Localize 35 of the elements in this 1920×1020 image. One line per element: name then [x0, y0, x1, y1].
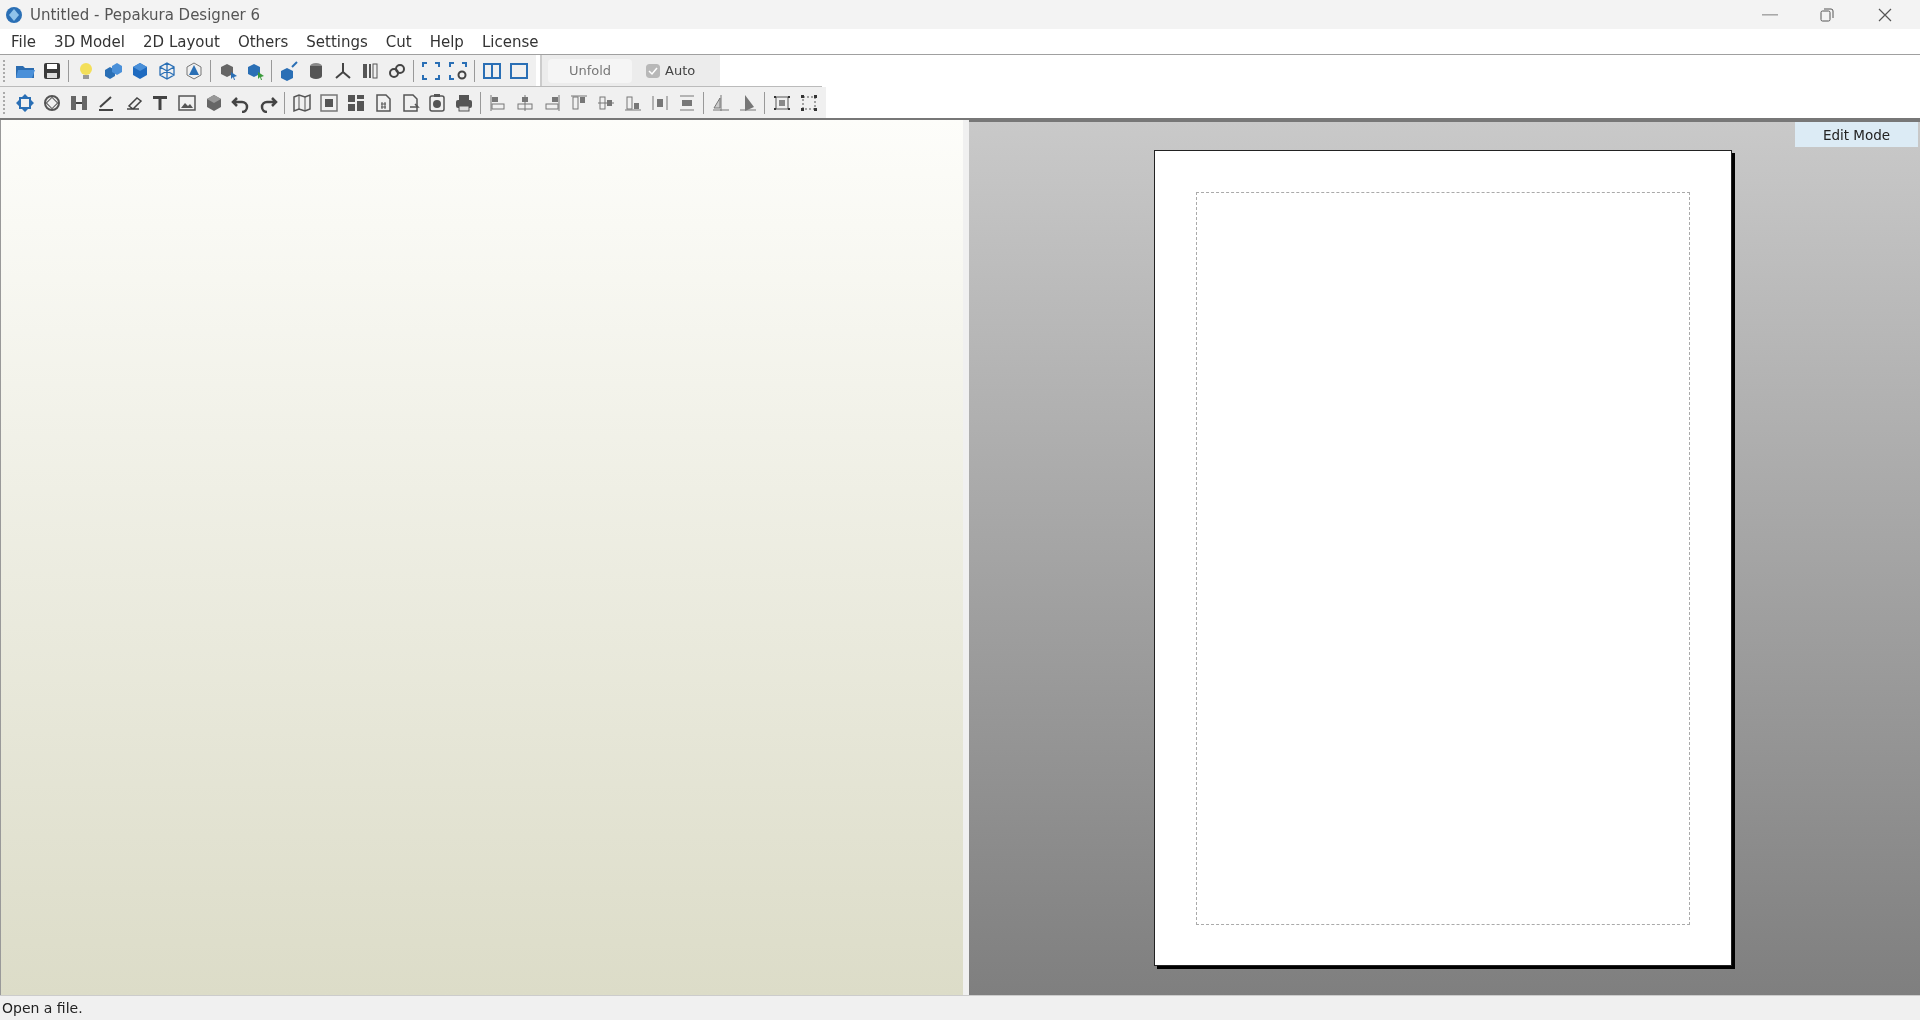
align-top-icon[interactable]	[568, 92, 589, 113]
mode-label: Edit Mode	[1795, 122, 1918, 147]
flip-horizontal-icon[interactable]	[710, 92, 731, 113]
printer-icon[interactable]	[453, 92, 474, 113]
frame-corners-icon[interactable]	[420, 60, 441, 81]
menu-item[interactable]: Settings	[297, 32, 377, 51]
menu-item[interactable]: Help	[420, 32, 473, 51]
auto-label: Auto	[665, 63, 696, 78]
single-pane-icon[interactable]	[508, 60, 529, 81]
align-center-icon[interactable]	[514, 92, 535, 113]
window-title: Untitled - Pepakura Designer 6	[30, 5, 262, 24]
menu-item[interactable]: 2D Layout	[134, 32, 229, 51]
menu-item[interactable]: 3D Model	[45, 32, 134, 51]
pyramid-icon[interactable]	[183, 60, 204, 81]
grid-icon[interactable]	[345, 92, 366, 113]
close-icon[interactable]	[1878, 7, 1892, 22]
frame-gear-icon[interactable]	[447, 60, 468, 81]
ungroup-icon[interactable]	[798, 92, 819, 113]
menu-item[interactable]: License	[472, 32, 548, 51]
save-icon[interactable]	[41, 60, 62, 81]
map-icon[interactable]	[291, 92, 312, 113]
app-logo-icon	[4, 4, 24, 25]
cubes-icon[interactable]	[102, 60, 123, 81]
cube-pencil-icon[interactable]	[278, 60, 299, 81]
align-left-icon[interactable]	[487, 92, 508, 113]
status-text: Open a file.	[2, 1000, 83, 1016]
menu-item[interactable]: Others	[228, 32, 298, 51]
move-icon[interactable]	[14, 92, 35, 113]
restore-icon[interactable]	[1820, 7, 1834, 22]
image-icon[interactable]	[176, 92, 197, 113]
menu-item[interactable]: Cut	[376, 32, 421, 51]
menu-item[interactable]: File	[2, 32, 46, 51]
split-panes-icon[interactable]	[481, 60, 502, 81]
clipboard-icon[interactable]	[426, 92, 447, 113]
wireframe-cube-icon[interactable]	[156, 60, 177, 81]
